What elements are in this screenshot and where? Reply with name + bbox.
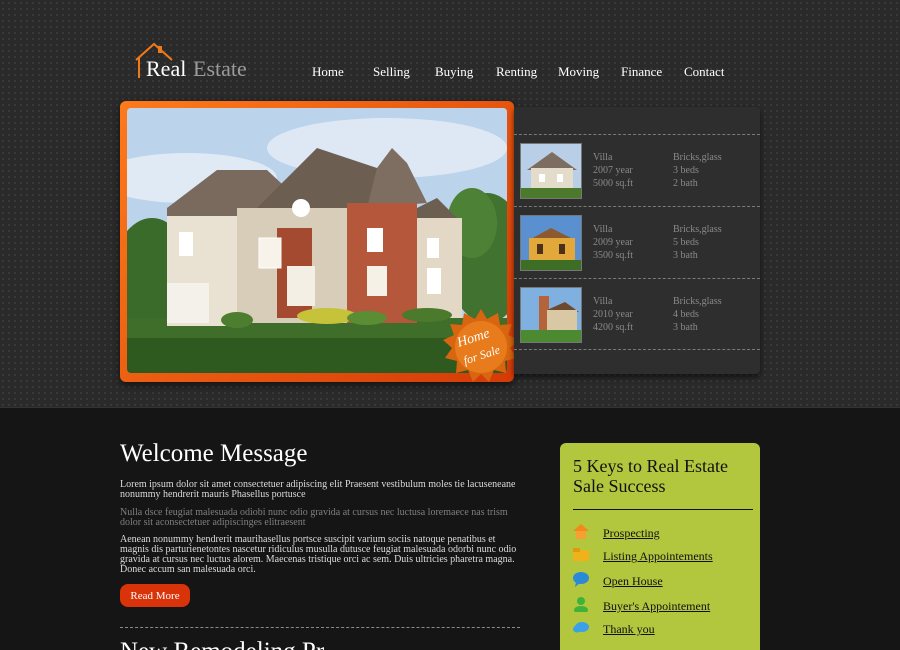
- nav-renting[interactable]: Renting: [496, 64, 537, 80]
- speech-bubble-icon: [573, 572, 589, 587]
- nav-buying[interactable]: Buying: [435, 64, 473, 80]
- user-icon: [574, 597, 588, 612]
- keys-link[interactable]: Buyer's Appointement: [603, 599, 710, 614]
- welcome-paragraph-2: Nulla dsce feugiat malesuada odiobi nunc…: [120, 507, 508, 528]
- listing-row[interactable]: Villa 2010 year 4200 sq.ft Bricks,glass …: [514, 278, 760, 349]
- nav-selling[interactable]: Selling: [373, 64, 410, 80]
- listing-year: 2007 year: [593, 165, 633, 176]
- listing-details: Villa 2010 year 4200 sq.ft: [593, 295, 633, 334]
- keys-link[interactable]: Prospecting: [603, 526, 660, 541]
- welcome-paragraph-3: Aenean nonummy hendrerit maurihasellus p…: [120, 534, 517, 575]
- listing-baths: 3 bath: [673, 250, 698, 261]
- nav-home[interactable]: Home: [312, 64, 344, 80]
- logo-word-real: Real: [146, 56, 187, 81]
- logo[interactable]: Real Estate: [132, 42, 262, 82]
- keys-link[interactable]: Listing Appointements: [603, 549, 713, 564]
- listing-details: Villa 2007 year 5000 sq.ft: [593, 151, 633, 190]
- folder-icon: [573, 548, 589, 561]
- listing-divider: [514, 349, 760, 350]
- listing-thumbnail[interactable]: [520, 287, 582, 343]
- listing-details: Villa 2009 year 3500 sq.ft: [593, 223, 633, 262]
- listing-thumbnail[interactable]: [520, 143, 582, 199]
- keys-link[interactable]: Thank you: [603, 622, 655, 637]
- keys-item-listing[interactable]: Listing Appointements: [572, 546, 757, 564]
- read-more-button[interactable]: Read More: [120, 584, 190, 607]
- listing-material: Bricks,glass: [673, 152, 722, 163]
- nav-contact[interactable]: Contact: [684, 64, 724, 80]
- listing-size: 5000 sq.ft: [593, 178, 633, 189]
- keys-panel: 5 Keys to Real Estate Sale Success Prosp…: [560, 443, 760, 650]
- listing-material: Bricks,glass: [673, 296, 722, 307]
- listing-row[interactable]: Villa 2007 year 5000 sq.ft Bricks,glass …: [514, 134, 760, 205]
- listing-year: 2010 year: [593, 309, 633, 320]
- keys-link[interactable]: Open House: [603, 574, 663, 589]
- listing-type: Villa: [593, 224, 613, 235]
- listing-thumbnail[interactable]: [520, 215, 582, 271]
- listing-row[interactable]: Villa 2009 year 3500 sq.ft Bricks,glass …: [514, 206, 760, 277]
- listing-specs: Bricks,glass 5 beds 3 bath: [673, 223, 722, 262]
- listing-type: Villa: [593, 152, 613, 163]
- cloud-icon: [573, 622, 589, 633]
- listing-specs: Bricks,glass 3 beds 2 bath: [673, 151, 722, 190]
- section-divider: [120, 627, 520, 628]
- listing-size: 3500 sq.ft: [593, 250, 633, 261]
- listing-year: 2009 year: [593, 237, 633, 248]
- keys-rule: [573, 509, 753, 510]
- listing-specs: Bricks,glass 4 beds 3 bath: [673, 295, 722, 334]
- keys-title: 5 Keys to Real Estate Sale Success: [573, 456, 728, 496]
- listing-baths: 3 bath: [673, 322, 698, 333]
- nav-moving[interactable]: Moving: [558, 64, 599, 80]
- listing-size: 4200 sq.ft: [593, 322, 633, 333]
- listing-baths: 2 bath: [673, 178, 698, 189]
- welcome-title: Welcome Message: [120, 440, 308, 467]
- listing-beds: 4 beds: [673, 309, 699, 320]
- home-for-sale-badge: Home for Sale: [441, 307, 521, 387]
- home-icon: [573, 524, 589, 539]
- remodeling-heading: New Remodeling Pr: [120, 638, 324, 650]
- nav-finance[interactable]: Finance: [621, 64, 662, 80]
- listing-beds: 5 beds: [673, 237, 699, 248]
- logo-word-estate: Estate: [193, 56, 247, 81]
- keys-item-open-house[interactable]: Open House: [572, 571, 757, 589]
- welcome-paragraph-1: Lorem ipsum dolor sit amet consectetuer …: [120, 479, 516, 500]
- keys-item-prospecting[interactable]: Prospecting: [572, 523, 757, 541]
- listing-beds: 3 beds: [673, 165, 699, 176]
- listing-panel: Villa 2007 year 5000 sq.ft Bricks,glass …: [514, 107, 760, 374]
- listing-material: Bricks,glass: [673, 224, 722, 235]
- keys-item-buyers[interactable]: Buyer's Appointement: [572, 596, 757, 614]
- listing-type: Villa: [593, 296, 613, 307]
- keys-item-thank-you[interactable]: Thank you: [572, 619, 757, 637]
